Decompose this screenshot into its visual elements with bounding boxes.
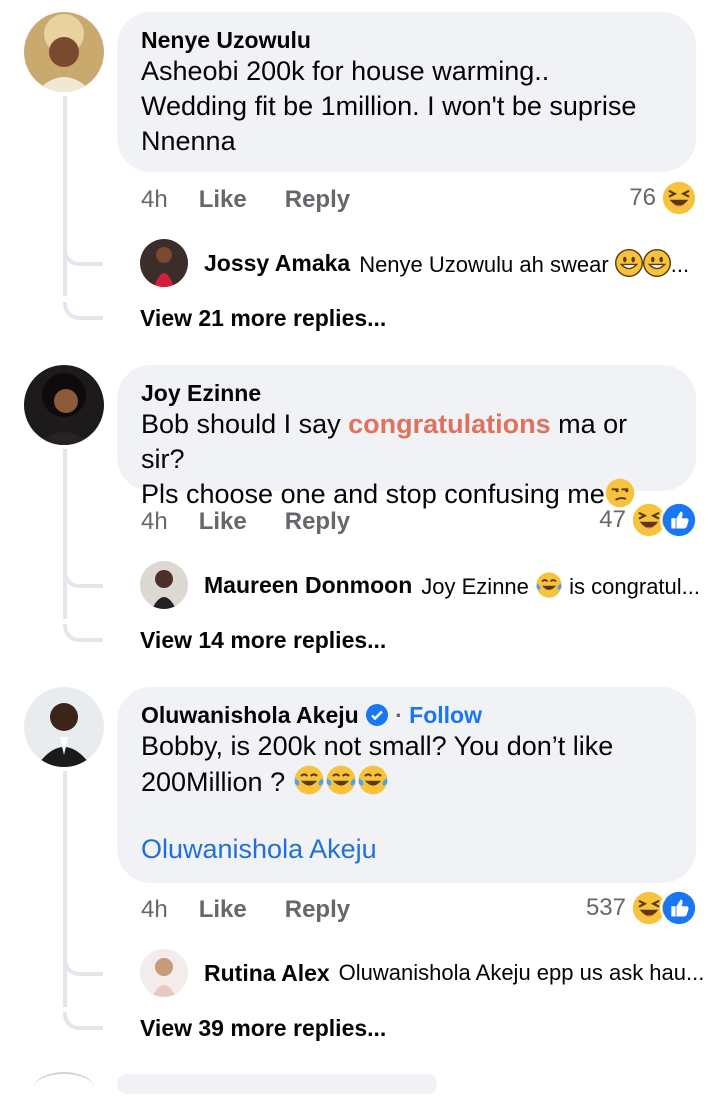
comment-bubble: Oluwanishola Akeju · Follow Bobby, is 20… bbox=[117, 687, 696, 883]
comment-text-part: Bob should I say bbox=[141, 409, 349, 439]
avatar[interactable] bbox=[24, 687, 104, 767]
comment-actions: 4h Like Reply bbox=[141, 508, 388, 536]
reply-text-content: Joy Ezinne bbox=[421, 573, 529, 599]
like-reaction-icon bbox=[660, 889, 698, 927]
reaction-count: 47 bbox=[599, 506, 626, 533]
comment-author-name[interactable]: Oluwanishola Akeju bbox=[141, 702, 359, 728]
view-more-replies[interactable]: View 39 more replies... bbox=[140, 1015, 386, 1042]
tears-of-joy-emoji-icon bbox=[357, 764, 389, 796]
reaction-summary[interactable]: 47 bbox=[599, 501, 698, 539]
avatar[interactable] bbox=[140, 239, 188, 287]
thread-branch bbox=[63, 248, 103, 266]
avatar[interactable] bbox=[140, 949, 188, 997]
timestamp[interactable]: 4h bbox=[141, 186, 168, 213]
reply-text-content: is congratul... bbox=[569, 573, 700, 599]
thread-branch bbox=[63, 958, 103, 976]
reply-button[interactable]: Reply bbox=[285, 186, 350, 213]
like-button[interactable]: Like bbox=[199, 896, 247, 923]
reply-author[interactable]: Rutina Alex bbox=[204, 960, 330, 987]
comment-actions: 4h Like Reply bbox=[141, 896, 388, 924]
comment-bubble: Joy Ezinne Bob should I say congratulati… bbox=[117, 365, 696, 509]
tears-of-joy-emoji-icon bbox=[535, 571, 563, 599]
thread-branch bbox=[63, 624, 103, 642]
ellipsis: ... bbox=[670, 251, 690, 277]
avatar[interactable] bbox=[24, 365, 104, 445]
reply-preview[interactable]: Maureen Donmoon Joy Ezinne is congratul.… bbox=[140, 561, 700, 609]
grinning-emoji-icon bbox=[615, 249, 643, 277]
reply-text-content: Nenye Uzowulu ah swear bbox=[359, 251, 609, 277]
comment-author[interactable]: Nenye Uzowulu bbox=[141, 26, 674, 54]
laughing-emoji-icon bbox=[660, 179, 698, 217]
thread-line bbox=[63, 96, 67, 296]
hashtag-highlight[interactable]: congratulations bbox=[348, 409, 551, 439]
comment-author[interactable]: Joy Ezinne bbox=[141, 379, 674, 407]
reply-button[interactable]: Reply bbox=[285, 508, 350, 535]
verified-badge-icon bbox=[365, 704, 388, 726]
reply-text: Nenye Uzowulu ah swear ... bbox=[359, 249, 689, 278]
thread-branch bbox=[63, 302, 103, 320]
thread-branch bbox=[63, 570, 103, 588]
tears-of-joy-emoji-icon bbox=[325, 764, 357, 796]
comment-actions: 4h Like Reply bbox=[141, 186, 388, 214]
comment-text: Bobby, is 200k not small? You don’t like… bbox=[141, 729, 674, 800]
reaction-summary[interactable]: 76 bbox=[629, 179, 698, 217]
thread-line bbox=[63, 449, 67, 619]
avatar[interactable] bbox=[24, 12, 104, 92]
reply-preview[interactable]: Rutina Alex Oluwanishola Akeju epp us as… bbox=[140, 949, 704, 997]
reaction-count: 537 bbox=[585, 894, 626, 921]
comment-author: Oluwanishola Akeju · Follow bbox=[141, 701, 674, 729]
grinning-emoji-icon bbox=[643, 249, 671, 277]
comment-text: Bob should I say congratulations ma or s… bbox=[141, 407, 674, 512]
avatar[interactable] bbox=[140, 561, 188, 609]
follow-button[interactable]: Follow bbox=[409, 702, 482, 728]
reply-text: Joy Ezinne is congratul... bbox=[421, 571, 700, 600]
reply-author[interactable]: Jossy Amaka bbox=[204, 250, 350, 277]
view-more-replies[interactable]: View 14 more replies... bbox=[140, 627, 386, 654]
reply-button[interactable]: Reply bbox=[285, 896, 350, 923]
view-more-replies[interactable]: View 21 more replies... bbox=[140, 305, 386, 332]
tears-of-joy-emoji-icon bbox=[293, 764, 325, 796]
timestamp[interactable]: 4h bbox=[141, 508, 168, 535]
reply-author[interactable]: Maureen Donmoon bbox=[204, 572, 412, 599]
reaction-count: 76 bbox=[629, 184, 656, 211]
timestamp[interactable]: 4h bbox=[141, 896, 168, 923]
reply-preview[interactable]: Jossy Amaka Nenye Uzowulu ah swear ... bbox=[140, 239, 700, 287]
like-reaction-icon bbox=[660, 501, 698, 539]
comment-text: Asheobi 200k for house warming.. Wedding… bbox=[141, 56, 637, 156]
separator-dot: · bbox=[395, 702, 403, 728]
next-comment-avatar-edge bbox=[34, 1072, 94, 1104]
thread-branch bbox=[63, 1012, 103, 1030]
reaction-summary[interactable]: 537 bbox=[586, 889, 698, 927]
profile-link[interactable]: Oluwanishola Akeju bbox=[141, 832, 674, 867]
next-comment-bubble-edge bbox=[117, 1074, 437, 1094]
like-button[interactable]: Like bbox=[199, 508, 247, 535]
thread-line bbox=[63, 771, 67, 1007]
reply-text: Oluwanishola Akeju epp us ask hau... bbox=[338, 960, 705, 985]
comment-bubble: Nenye Uzowulu Asheobi 200k for house war… bbox=[117, 12, 696, 172]
like-button[interactable]: Like bbox=[199, 186, 247, 213]
